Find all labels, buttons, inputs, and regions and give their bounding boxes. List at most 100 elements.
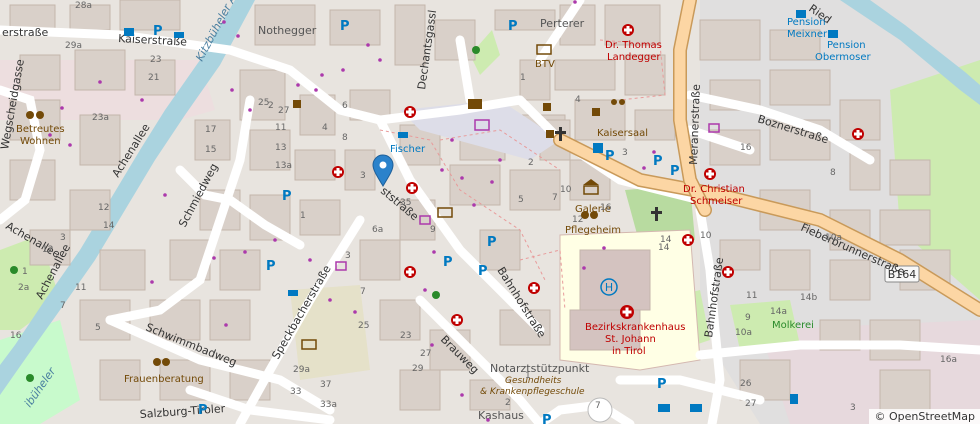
poi-label: Kaisersaal	[597, 128, 648, 139]
house-number: 6	[342, 101, 348, 111]
house-number: 25	[358, 321, 369, 331]
house-number: 9	[745, 313, 751, 323]
car-icon	[658, 404, 670, 412]
shop-dot	[432, 250, 436, 254]
toilets-icon	[593, 143, 603, 153]
house-number: 2	[528, 158, 534, 168]
house-number: 3	[622, 148, 628, 158]
house-number: 33	[290, 387, 301, 397]
shop-dot	[248, 108, 252, 112]
map-attribution[interactable]: © OpenStreetMap	[869, 409, 980, 424]
shop-dot	[243, 250, 247, 254]
poi-label: Nothegger	[258, 24, 317, 37]
poi-label: Meixner	[787, 29, 828, 40]
parking-icon: P	[653, 154, 663, 169]
bed-icon	[796, 10, 806, 18]
poi-label: St. Johann	[605, 334, 656, 345]
house-number: 1	[525, 371, 531, 381]
house-number: 3	[360, 171, 366, 181]
house-number: 27	[420, 349, 431, 359]
house-number: 2a	[18, 283, 29, 293]
shop-dot	[163, 193, 167, 197]
shop-dot	[150, 280, 154, 284]
bed-icon	[828, 30, 838, 38]
shop-dot	[273, 238, 277, 242]
shop-dot	[652, 150, 656, 154]
pharmacy-icon	[332, 166, 344, 178]
bed-icon	[124, 28, 134, 36]
house-number: 8	[342, 133, 348, 143]
house-number: 12	[42, 245, 53, 255]
house-number: 2	[268, 101, 274, 111]
house-number: 21	[148, 73, 159, 83]
house-number: 16a	[940, 355, 957, 365]
shop-dot	[460, 176, 464, 180]
house-number: 26	[740, 379, 752, 389]
poi-label: Pension	[827, 40, 866, 51]
shop-dot	[366, 43, 370, 47]
house-number: 10a	[825, 233, 842, 243]
house-number: 14	[658, 243, 670, 253]
poi-label: Fischer	[390, 144, 426, 155]
poi-label: Pension	[787, 17, 826, 28]
pharmacy-icon	[722, 266, 734, 278]
parking-icon: P	[508, 19, 518, 34]
house-number: 23	[150, 55, 161, 65]
house-number: 37	[320, 380, 331, 390]
house-number: 29a	[293, 365, 310, 375]
shop-dot	[60, 106, 64, 110]
parking-icon: P	[340, 19, 350, 34]
hospital-h-icon: H	[605, 281, 613, 294]
house-number: 13a	[275, 161, 292, 171]
house-number: 7	[60, 301, 66, 311]
shop-dot	[353, 310, 357, 314]
hospital-cross-icon	[620, 305, 634, 319]
house-number: 28a	[75, 1, 92, 11]
house-number: 14b	[800, 293, 817, 303]
house-number: 9	[430, 225, 436, 235]
house-number: 2	[505, 398, 511, 408]
poi-label: Molkerei	[772, 320, 814, 331]
pharmacy-icon	[704, 168, 716, 180]
shop-dot	[498, 158, 502, 162]
shop-dot	[308, 258, 312, 262]
map-view[interactable]: B164 erstraße Kaiserstraße Wegscheidgass…	[0, 0, 980, 424]
house-number: 15	[205, 145, 216, 155]
house-number: 16	[600, 203, 612, 213]
house-number: 10	[560, 185, 572, 195]
house-number: 10a	[735, 328, 752, 338]
car-icon	[690, 404, 702, 412]
poi-label: Schmeiser	[690, 196, 743, 207]
house-number: 8	[830, 168, 836, 178]
playground-icon	[26, 374, 34, 382]
shop-dot	[98, 80, 102, 84]
poi-label: Frauenberatung	[124, 374, 204, 385]
poi-label: Kashaus	[478, 409, 524, 422]
shop-dot	[378, 58, 382, 62]
house-number: 33a	[320, 400, 337, 410]
house-number: 7	[595, 401, 601, 411]
house-number: 12	[98, 203, 109, 213]
shop-dot	[224, 323, 228, 327]
parking-icon: P	[657, 377, 667, 392]
map-canvas[interactable]: B164 erstraße Kaiserstraße Wegscheidgass…	[0, 0, 980, 424]
shop-dot	[450, 138, 454, 142]
house-number: 13	[275, 143, 286, 153]
pharmacy-icon	[622, 24, 634, 36]
house-number: 29	[412, 364, 424, 374]
house-number: 7	[360, 287, 366, 297]
shop-dot	[222, 20, 226, 24]
shop-dot	[48, 133, 52, 137]
house-number: 5	[518, 195, 524, 205]
poi-label: Bezirkskrankenhaus	[585, 322, 685, 333]
post-icon	[468, 99, 482, 109]
house-number: 3	[60, 233, 66, 243]
shop-dot	[602, 246, 606, 250]
house-number: 4	[575, 95, 581, 105]
street-label: erstraße	[2, 26, 49, 39]
poi-label: Pflegeheim	[565, 225, 621, 236]
bed-icon	[288, 290, 298, 296]
house-number: 23	[400, 331, 411, 341]
parking-icon: P	[542, 413, 552, 424]
shop-dot	[230, 88, 234, 92]
